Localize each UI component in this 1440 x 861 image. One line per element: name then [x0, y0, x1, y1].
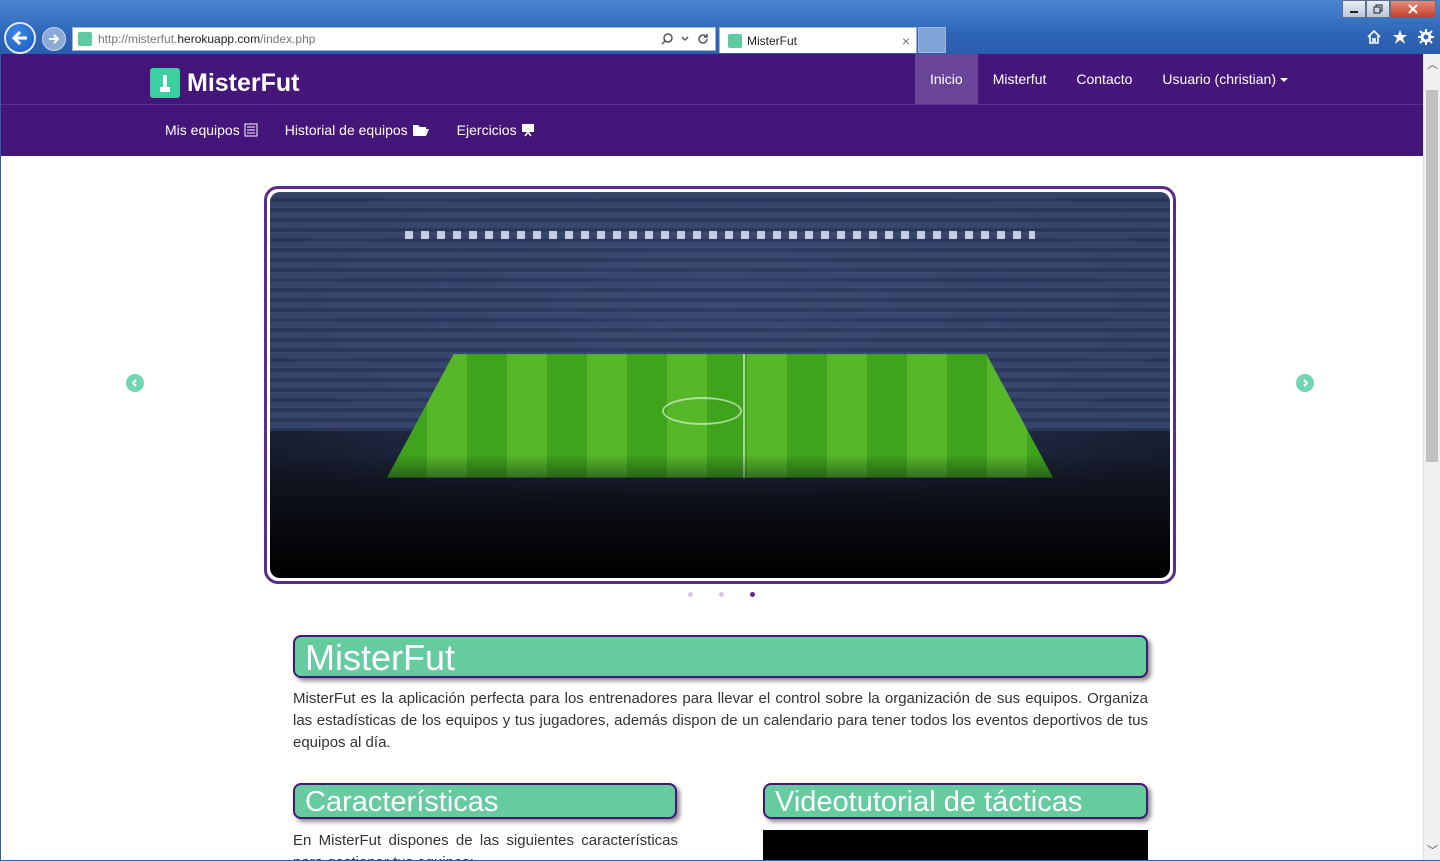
list-icon — [244, 123, 258, 137]
tab-title: MisterFut — [747, 33, 798, 48]
window-controls — [1342, 0, 1436, 18]
carousel-prev-button[interactable] — [126, 374, 144, 392]
nav-item-inicio[interactable]: Inicio — [915, 54, 978, 104]
carousel-indicators — [688, 592, 755, 597]
url-text: http://misterfut.herokuapp.com/index.php — [98, 32, 316, 46]
search-icon[interactable] — [661, 33, 673, 45]
navbar: MisterFut Inicio Misterfut Contacto Usua… — [1, 54, 1423, 156]
back-button[interactable] — [4, 22, 36, 54]
forward-button[interactable] — [42, 27, 66, 51]
nav-item-misterfut[interactable]: Misterfut — [978, 54, 1062, 104]
site-favicon-icon — [78, 32, 92, 46]
tab-close-icon[interactable]: × — [902, 33, 910, 49]
nav-item-usuario-label: Usuario (christian) — [1162, 71, 1277, 87]
restore-icon — [1373, 4, 1383, 14]
arrow-left-icon — [11, 30, 27, 46]
new-tab-button[interactable] — [918, 27, 946, 53]
brand-name: MisterFut — [187, 68, 300, 97]
main-title: MisterFut — [293, 635, 1148, 678]
chevron-left-icon — [131, 379, 137, 387]
maximize-button[interactable] — [1366, 0, 1390, 18]
nav-sub-ejercicios-label: Ejercicios — [456, 122, 517, 138]
refresh-icon[interactable] — [697, 33, 709, 45]
page-scrollbar[interactable]: ︿ ﹀ — [1423, 54, 1440, 860]
intro-paragraph: MisterFut es la aplicación perfecta para… — [293, 690, 1148, 751]
favorites-star-icon[interactable] — [1392, 29, 1408, 45]
tab-favicon-icon — [728, 33, 742, 48]
video-player[interactable] — [763, 830, 1148, 860]
carousel — [264, 186, 1176, 584]
caret-down-icon — [1280, 78, 1289, 83]
close-window-button[interactable] — [1390, 0, 1436, 18]
carousel-indicator-3[interactable] — [750, 592, 755, 597]
nav-item-usuario[interactable]: Usuario (christian) — [1147, 54, 1303, 104]
board-icon — [521, 124, 534, 137]
nav-sub-mis-equipos-label: Mis equipos — [165, 122, 240, 138]
page-viewport: MisterFut Inicio Misterfut Contacto Usua… — [1, 54, 1423, 860]
carousel-indicator-1[interactable] — [688, 592, 693, 597]
folder-open-icon — [412, 125, 429, 136]
features-intro: En MisterFut dispones de las siguientes … — [293, 832, 678, 860]
browser-right-icons — [1366, 29, 1434, 45]
features-title: Características — [293, 783, 677, 819]
nav-sub-ejercicios[interactable]: Ejercicios — [457, 122, 535, 138]
whistle-hand-logo-icon — [150, 68, 180, 98]
browser-chrome: http://misterfut.herokuapp.com/index.php… — [0, 0, 1440, 54]
video-title: Videotutorial de tácticas — [763, 783, 1148, 819]
scroll-down-arrow-icon[interactable]: ﹀ — [1424, 842, 1440, 858]
nav-sub-historial-label: Historial de equipos — [284, 122, 408, 138]
address-bar[interactable]: http://misterfut.herokuapp.com/index.php — [72, 27, 716, 51]
stadium-image — [270, 192, 1170, 578]
navbar-top: MisterFut Inicio Misterfut Contacto Usua… — [1, 54, 1423, 105]
home-icon[interactable] — [1366, 29, 1382, 45]
carousel-indicator-2[interactable] — [719, 592, 724, 597]
scrollbar-thumb[interactable] — [1426, 90, 1438, 462]
nav-main: Inicio Misterfut Contacto Usuario (chris… — [915, 54, 1303, 104]
close-icon — [1408, 4, 1418, 14]
chevron-down-icon[interactable] — [681, 35, 689, 43]
nav-sub: Mis equipos Historial de equipos Ejercic… — [165, 105, 535, 155]
arrow-right-icon — [49, 34, 60, 44]
nav-item-contacto[interactable]: Contacto — [1061, 54, 1147, 104]
carousel-next-button[interactable] — [1296, 374, 1314, 392]
nav-sub-mis-equipos[interactable]: Mis equipos — [165, 122, 258, 138]
scroll-up-arrow-icon[interactable]: ︿ — [1424, 56, 1440, 72]
minimize-button[interactable] — [1342, 0, 1366, 18]
nav-sub-historial[interactable]: Historial de equipos — [285, 122, 430, 138]
chevron-right-icon — [1303, 379, 1309, 387]
gear-icon[interactable] — [1418, 29, 1434, 45]
brand[interactable]: MisterFut — [150, 68, 300, 98]
minimize-icon — [1350, 11, 1358, 13]
browser-tab[interactable]: MisterFut × — [719, 27, 917, 53]
